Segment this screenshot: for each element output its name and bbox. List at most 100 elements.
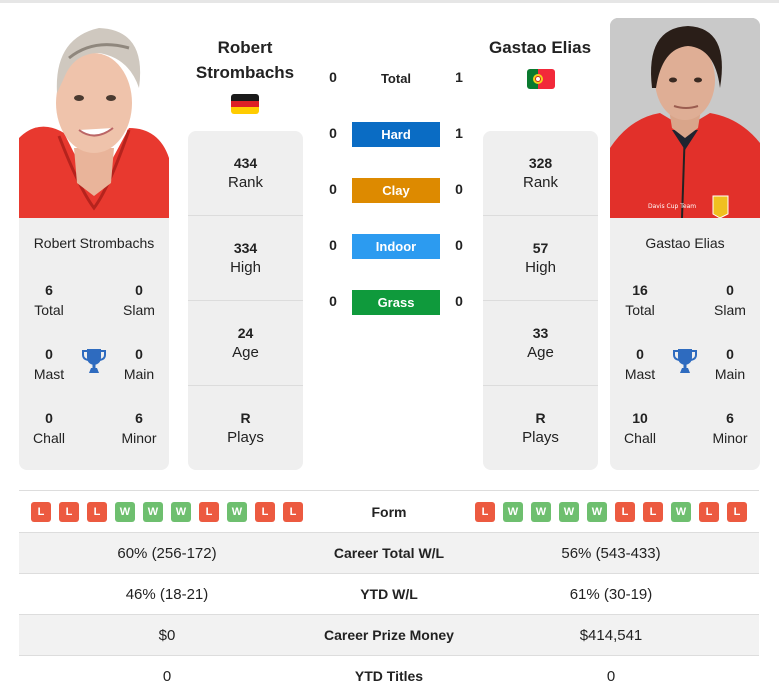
player1-value: $0 [158,626,176,644]
form-loss-badge[interactable]: L [727,501,747,522]
player2-name[interactable]: Gastao Elias [475,35,605,60]
player2-form: LWWWWLLWLL [463,501,759,522]
player1-value: 60% (256-172) [117,544,217,562]
value: 6 [726,410,734,426]
player1-titles-card: Robert Strombachs 6 Total 0 Slam 0 Mast … [19,218,169,470]
form-win-badge[interactable]: W [503,501,523,522]
player1-titles-total: 6 Total [19,280,79,320]
player1-value: 46% (18-21) [125,585,209,603]
form-loss-badge[interactable]: L [31,501,51,522]
form-win-badge[interactable]: W [143,501,163,522]
h2h-total-p1: 0 [329,69,337,85]
player1-full-name[interactable]: Robert Strombachs [19,235,169,251]
top-divider [0,0,779,3]
form-win-badge[interactable]: W [559,501,579,522]
label: Slam [714,302,746,318]
form-loss-badge[interactable]: L [643,501,663,522]
player2-value: 56% (543-433) [561,544,661,562]
player2-stat-high: 57 High [483,216,598,301]
h2h-clay-p1: 0 [329,181,337,197]
player2-stat-plays: R Plays [483,386,598,471]
h2h-indoor-label[interactable]: Indoor [352,234,440,259]
value: 0 [636,346,644,362]
label: Rank [227,174,264,191]
h2h-indoor-p2: 0 [455,237,463,253]
form-win-badge[interactable]: W [115,501,135,522]
value: 16 [632,282,648,298]
player1-value: 0 [162,667,172,685]
player2-titles-total: 16 Total [610,280,670,320]
h2h-hard-label[interactable]: Hard [352,122,440,147]
form-win-badge[interactable]: W [671,501,691,522]
value: 6 [135,410,143,426]
player1-card: Robert Strombachs 6 Total 0 Slam 0 Mast … [19,18,169,470]
label: Plays [227,429,264,446]
form-loss-badge[interactable]: L [87,501,107,522]
player2-titles-minor: 6 Minor [700,408,760,448]
player2-titles-slam: 0 Slam [700,280,760,320]
form-win-badge[interactable]: W [171,501,191,522]
h2h-hard-p2: 1 [455,125,463,141]
label: Age [232,344,259,361]
trophy-icon [673,348,697,374]
player1-titles-minor: 6 Minor [109,408,169,448]
row-label: Career Total W/L [333,545,445,561]
portugal-flag-icon [527,69,555,89]
form-loss-badge[interactable]: L [615,501,635,522]
player1-last-name: Strombachs [195,63,295,82]
player1-stats-card: 434 Rank 334 High 24 Age R Plays [188,131,303,470]
label: Chall [33,430,65,446]
player2-value: 61% (30-19) [569,585,653,603]
player1-stat-rank: 434 Rank [188,131,303,216]
form-win-badge[interactable]: W [587,501,607,522]
label: Main [714,366,746,382]
label: Minor [121,430,157,446]
player1-titles-main: 0 Main [109,344,169,384]
label: Plays [522,429,559,446]
player2-titles-card: Gastao Elias 16 Total 0 Slam 0 Mast 0 Ma… [610,218,760,470]
value: 6 [45,282,53,298]
label: Main [123,366,155,382]
form-loss-badge[interactable]: L [255,501,275,522]
table-row-prize-money: $0 Career Prize Money $414,541 [19,614,759,655]
value: 328 [528,155,553,171]
h2h-grass-label[interactable]: Grass [352,290,440,315]
table-row-ytd-titles: 0 YTD Titles 0 [19,655,759,696]
table-row-career-wl: 60% (256-172) Career Total W/L 56% (543-… [19,532,759,573]
player2-card: Davis Cup Team Gastao Elias 16 Total 0 S… [610,18,760,470]
value: 24 [237,325,254,341]
value: 334 [233,240,258,256]
player1-form: LLLWWWLWLL [19,501,315,522]
svg-text:Davis Cup Team: Davis Cup Team [648,203,696,210]
form-loss-badge[interactable]: L [199,501,219,522]
player2-full-name[interactable]: Gastao Elias [610,235,760,251]
value: 0 [45,346,53,362]
label: Mast [33,366,65,382]
value: 57 [532,240,549,256]
value: 434 [233,155,258,171]
player1-photo[interactable] [19,18,169,218]
player1-stat-age: 24 Age [188,301,303,386]
label: Slam [123,302,155,318]
form-win-badge[interactable]: W [227,501,247,522]
form-win-badge[interactable]: W [531,501,551,522]
label: Chall [624,430,656,446]
h2h-clay-label[interactable]: Clay [352,178,440,203]
form-loss-badge[interactable]: L [59,501,79,522]
form-loss-badge[interactable]: L [475,501,495,522]
player1-name[interactable]: Robert Strombachs [180,35,310,85]
value: 33 [532,325,549,341]
label: Age [527,344,554,361]
player2-stat-age: 33 Age [483,301,598,386]
form-loss-badge[interactable]: L [283,501,303,522]
player2-photo[interactable]: Davis Cup Team [610,18,760,218]
h2h-grass-p1: 0 [329,293,337,309]
player1-stat-plays: R Plays [188,386,303,471]
value: 0 [135,282,143,298]
value: 0 [45,410,53,426]
player2-titles-main: 0 Main [700,344,760,384]
trophy-icon [82,348,106,374]
form-loss-badge[interactable]: L [699,501,719,522]
comparison-table: LLLWWWLWLL Form LWWWWLLWLL 60% (256-172)… [19,490,759,696]
label: Mast [624,366,656,382]
